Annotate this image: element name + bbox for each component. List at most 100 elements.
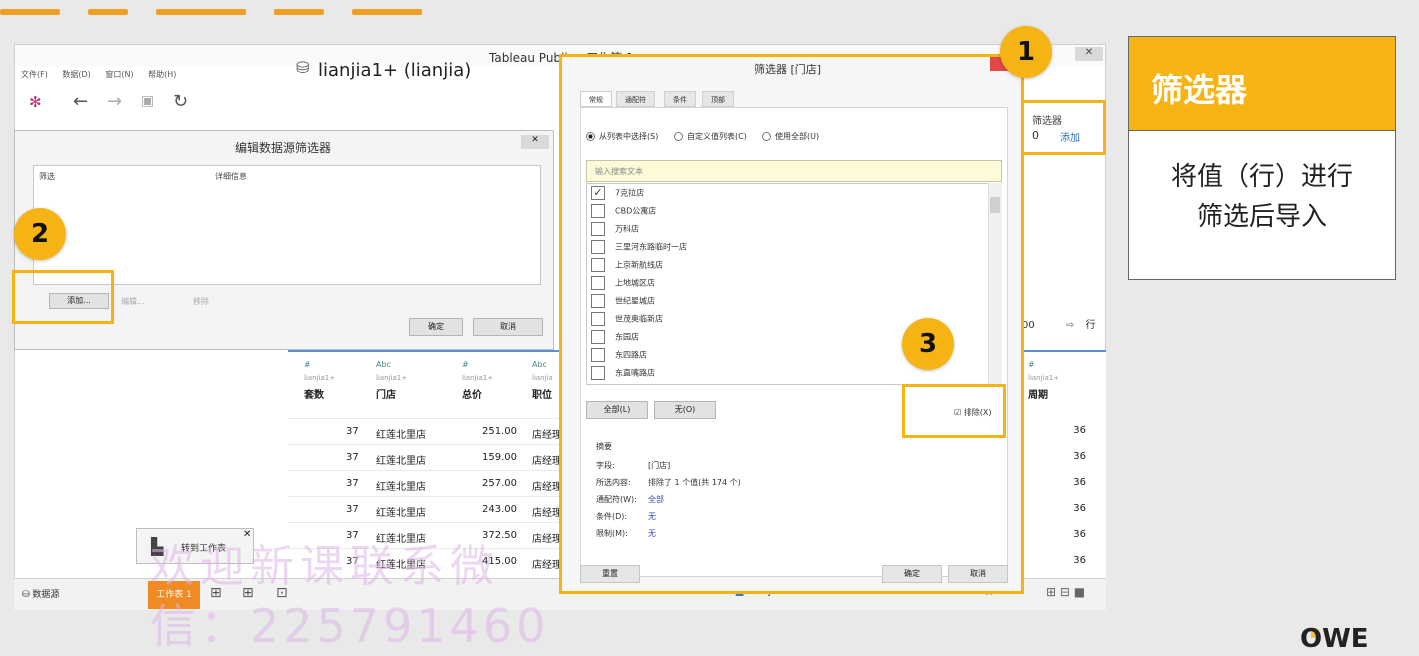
summary-value[interactable]: 无 [648, 512, 656, 521]
checkbox[interactable] [591, 294, 605, 308]
table-row: 37 红莲北里店 243.00 店经理 [288, 496, 563, 522]
summary-row: 限制(M): 无 [596, 528, 656, 539]
cell: 37 [346, 426, 359, 437]
list-item[interactable]: 三里河东路临时一店 [591, 240, 687, 258]
checkbox[interactable] [591, 348, 605, 362]
checkbox[interactable] [591, 276, 605, 290]
tab-top[interactable]: 顶部 [702, 91, 734, 107]
checkbox[interactable] [591, 240, 605, 254]
tab-wildcard[interactable]: 通配符 [616, 91, 655, 107]
cell: 店经理 [532, 560, 562, 571]
item-label: 万科店 [615, 224, 639, 234]
summary-value[interactable]: 全部 [648, 495, 664, 504]
right-cell: 36 [1030, 522, 1106, 548]
checkbox[interactable] [591, 366, 605, 380]
select-none-button[interactable]: 无(O) [654, 401, 716, 419]
cell: 257.00 [482, 478, 517, 489]
filter-list[interactable] [33, 165, 541, 285]
back-arrow-icon[interactable]: ← [73, 91, 88, 112]
column-name: 门店 [376, 390, 396, 401]
column-header-cycle[interactable]: # lianjia1+ 周期 [1028, 360, 1108, 401]
list-item[interactable]: 上地城区店 [591, 276, 655, 294]
checkbox[interactable] [591, 258, 605, 272]
select-all-button[interactable]: 全部(L) [586, 401, 648, 419]
list-item[interactable]: 东直嘴路店 [591, 366, 655, 384]
filters-add-link[interactable]: 添加 [1060, 129, 1080, 144]
edit-filter-button[interactable]: 编辑... [121, 296, 145, 307]
refresh-icon[interactable]: ↻ [173, 91, 188, 112]
checkbox[interactable] [591, 204, 605, 218]
table-row: 37 红莲北里店 251.00 店经理 [288, 418, 563, 444]
item-label: 世茂奥临新店 [615, 314, 663, 324]
radio-custom-list[interactable]: 自定义值列表(C) [674, 131, 747, 142]
tab-general[interactable]: 常规 [580, 91, 612, 107]
edit-dialog-close-button[interactable]: ✕ [521, 135, 549, 149]
watermark-text: 欢迎新课联系微 [150, 541, 500, 592]
summary-key: 条件(D): [596, 512, 628, 521]
list-item[interactable]: 世茂奥临新店 [591, 312, 663, 330]
remove-filter-button[interactable]: 移除 [193, 296, 209, 307]
filter-dialog-title: 筛选器 [门店] [754, 63, 822, 76]
rows-limit[interactable]: 00 ⇨ 行 [1022, 316, 1096, 331]
list-scrollbar[interactable] [988, 183, 1002, 385]
string-type-icon: Abc [376, 360, 391, 369]
info-card-header: 筛选器 [1129, 37, 1395, 131]
save-icon[interactable]: ▣ [141, 93, 154, 109]
cell: 红莲北里店 [376, 456, 426, 467]
item-label: 东园店 [615, 332, 639, 342]
column-header-price[interactable]: # lianjia1+ 总价 [462, 360, 542, 401]
list-item[interactable]: 万科店 [591, 222, 639, 240]
view-toggle-icons[interactable]: ⊞ ⊟ ■ [1046, 585, 1085, 599]
datasource-tab[interactable]: ⛁ 数据源 [22, 587, 59, 600]
menu-data[interactable]: 数据(D) [62, 70, 90, 79]
summary-key: 限制(M): [596, 529, 628, 538]
checkbox[interactable]: ✓ [591, 186, 605, 200]
menu-window[interactable]: 窗口(N) [105, 70, 133, 79]
menu-file[interactable]: 文件(F) [21, 70, 48, 79]
forward-arrow-icon[interactable]: → [107, 91, 122, 112]
summary-value[interactable]: 无 [648, 529, 656, 538]
number-type-icon: # [1028, 360, 1035, 369]
info-card-body: 将值（行）进行 筛选后导入 [1129, 157, 1395, 237]
checkbox[interactable] [591, 222, 605, 236]
arrow-right-icon[interactable]: ⇨ [1066, 320, 1074, 331]
info-card-line: 将值（行）进行 [1170, 162, 1353, 192]
top-title-strip [0, 0, 580, 15]
datasource-name[interactable]: lianjia1+ (lianjia) [318, 60, 471, 81]
summary-title: 摘要 [596, 442, 612, 451]
list-item[interactable]: CBD公寓店 [591, 204, 656, 222]
column-header-count[interactable]: # lianjia1+ 套数 [304, 360, 384, 401]
cell: 37 [346, 452, 359, 463]
filter-ok-button[interactable]: 确定 [882, 565, 942, 583]
column-header-store[interactable]: Abc lianjia1+ 门店 [376, 360, 456, 401]
menu-help[interactable]: 帮助(H) [148, 70, 176, 79]
checkbox[interactable] [591, 330, 605, 344]
list-item[interactable]: 世纪星城店 [591, 294, 655, 312]
reset-button[interactable]: 重置 [580, 565, 640, 583]
watermark-text: 信：225791460 [150, 599, 550, 653]
cell: 红莲北里店 [376, 508, 426, 519]
tab-condition[interactable]: 条件 [664, 91, 696, 107]
column-name: 总价 [462, 390, 482, 401]
filter-cancel-button[interactable]: 取消 [948, 565, 1008, 583]
item-label: 世纪星城店 [615, 296, 655, 306]
window-close-button[interactable]: ✕ [1075, 47, 1103, 61]
list-item[interactable]: ✓ 7克拉店 [591, 186, 644, 204]
radio-select-from-list[interactable]: 从列表中选择(S) [586, 131, 658, 142]
list-item[interactable]: 上京新航线店 [591, 258, 663, 276]
edit-cancel-button[interactable]: 取消 [473, 318, 543, 336]
checkbox[interactable] [591, 312, 605, 326]
info-card-line: 筛选后导入 [1196, 202, 1327, 232]
list-item[interactable]: 东园店 [591, 330, 639, 348]
radio-use-all[interactable]: 使用全部(U) [762, 131, 819, 142]
cell: 店经理 [532, 456, 562, 467]
step-badge-1: 1 [1000, 26, 1052, 78]
list-item[interactable]: 东四路店 [591, 348, 647, 366]
tableau-logo-icon[interactable]: ✻ [29, 93, 42, 111]
scroll-thumb[interactable] [990, 197, 1000, 213]
cell: 37 [346, 478, 359, 489]
item-label: 东四路店 [615, 350, 647, 360]
search-input[interactable]: 输入搜索文本 [586, 160, 1002, 182]
edit-ok-button[interactable]: 确定 [409, 318, 463, 336]
add-button-highlight-2 [12, 270, 114, 324]
